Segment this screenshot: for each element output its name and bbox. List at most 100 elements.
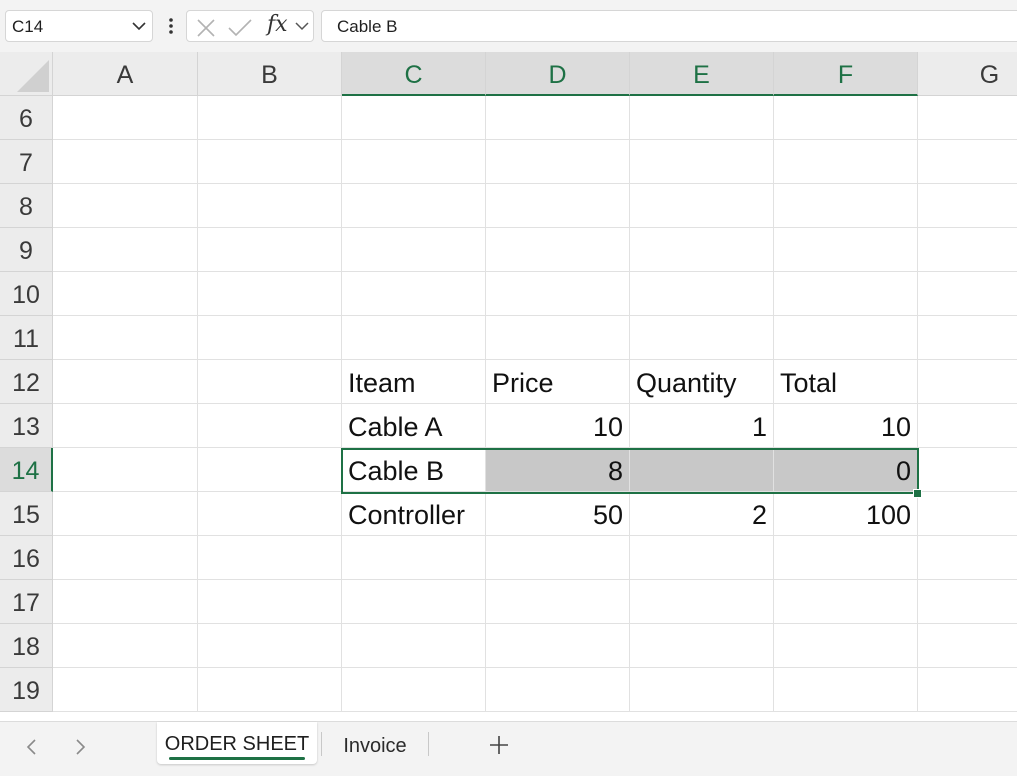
cell-b6[interactable] [198, 96, 342, 140]
cell-b8[interactable] [198, 184, 342, 228]
cell-d14[interactable]: 8 [486, 448, 630, 492]
cell-g10[interactable] [918, 272, 1017, 316]
chevron-left-icon[interactable] [20, 734, 44, 760]
cell-g7[interactable] [918, 140, 1017, 184]
cell-e11[interactable] [630, 316, 774, 360]
cell-e10[interactable] [630, 272, 774, 316]
cell-c18[interactable] [342, 624, 486, 668]
row-header-16[interactable]: 16 [0, 536, 53, 580]
cell-c7[interactable] [342, 140, 486, 184]
cancel-x-icon[interactable] [195, 17, 217, 39]
cell-b7[interactable] [198, 140, 342, 184]
row-header-8[interactable]: 8 [0, 184, 53, 228]
cell-f9[interactable] [774, 228, 918, 272]
cell-f12[interactable]: Total [774, 360, 918, 404]
cell-d11[interactable] [486, 316, 630, 360]
row-header-18[interactable]: 18 [0, 624, 53, 668]
cell-e12[interactable]: Quantity [630, 360, 774, 404]
cell-b15[interactable] [198, 492, 342, 536]
cell-g17[interactable] [918, 580, 1017, 624]
name-box[interactable]: C14 [5, 10, 153, 42]
formula-input[interactable]: Cable B [321, 10, 1017, 42]
cell-f15[interactable]: 100 [774, 492, 918, 536]
cell-g9[interactable] [918, 228, 1017, 272]
cell-c17[interactable] [342, 580, 486, 624]
cell-b17[interactable] [198, 580, 342, 624]
cell-c8[interactable] [342, 184, 486, 228]
row-header-11[interactable]: 11 [0, 316, 53, 360]
cell-f7[interactable] [774, 140, 918, 184]
cell-a6[interactable] [53, 96, 198, 140]
column-header-a[interactable]: A [53, 52, 198, 96]
column-header-d[interactable]: D [486, 52, 630, 96]
cell-c11[interactable] [342, 316, 486, 360]
cell-d7[interactable] [486, 140, 630, 184]
column-header-c[interactable]: C [342, 52, 486, 96]
cell-d8[interactable] [486, 184, 630, 228]
cell-c15[interactable]: Controller [342, 492, 486, 536]
cell-b16[interactable] [198, 536, 342, 580]
cell-f17[interactable] [774, 580, 918, 624]
cell-d15[interactable]: 50 [486, 492, 630, 536]
cell-g18[interactable] [918, 624, 1017, 668]
row-header-17[interactable]: 17 [0, 580, 53, 624]
select-all-corner[interactable] [0, 52, 53, 96]
cell-g8[interactable] [918, 184, 1017, 228]
name-box-value[interactable]: C14 [12, 17, 43, 37]
cell-f11[interactable] [774, 316, 918, 360]
cell-c12[interactable]: Iteam [342, 360, 486, 404]
cell-e7[interactable] [630, 140, 774, 184]
row-header-12[interactable]: 12 [0, 360, 53, 404]
cell-d16[interactable] [486, 536, 630, 580]
cell-d10[interactable] [486, 272, 630, 316]
cell-e13[interactable]: 1 [630, 404, 774, 448]
cell-e18[interactable] [630, 624, 774, 668]
cell-e17[interactable] [630, 580, 774, 624]
cell-a17[interactable] [53, 580, 198, 624]
cell-f10[interactable] [774, 272, 918, 316]
cell-g13[interactable] [918, 404, 1017, 448]
chevron-down-icon[interactable] [131, 17, 147, 35]
cell-c10[interactable] [342, 272, 486, 316]
cell-b9[interactable] [198, 228, 342, 272]
cell-a18[interactable] [53, 624, 198, 668]
cell-b14[interactable] [198, 448, 342, 492]
cell-e14[interactable] [630, 448, 774, 492]
row-header-13[interactable]: 13 [0, 404, 53, 448]
cell-e15[interactable]: 2 [630, 492, 774, 536]
sheet-tab-order-sheet[interactable]: ORDER SHEET [157, 722, 317, 764]
cell-b10[interactable] [198, 272, 342, 316]
cell-a16[interactable] [53, 536, 198, 580]
enter-check-icon[interactable] [227, 17, 253, 39]
cell-b18[interactable] [198, 624, 342, 668]
row-header-14[interactable]: 14 [0, 448, 53, 492]
cell-a13[interactable] [53, 404, 198, 448]
cell-g6[interactable] [918, 96, 1017, 140]
cell-e16[interactable] [630, 536, 774, 580]
cell-b11[interactable] [198, 316, 342, 360]
fill-handle[interactable] [913, 489, 922, 498]
cell-g19[interactable] [918, 668, 1017, 712]
cell-c19[interactable] [342, 668, 486, 712]
cell-d17[interactable] [486, 580, 630, 624]
sheet-tab-invoice[interactable]: Invoice [326, 724, 424, 766]
cell-c16[interactable] [342, 536, 486, 580]
row-header-7[interactable]: 7 [0, 140, 53, 184]
cell-a7[interactable] [53, 140, 198, 184]
cell-a12[interactable] [53, 360, 198, 404]
cell-a11[interactable] [53, 316, 198, 360]
cell-f8[interactable] [774, 184, 918, 228]
cell-g11[interactable] [918, 316, 1017, 360]
cell-a10[interactable] [53, 272, 198, 316]
cell-a9[interactable] [53, 228, 198, 272]
column-header-b[interactable]: B [198, 52, 342, 96]
cell-b13[interactable] [198, 404, 342, 448]
cell-b19[interactable] [198, 668, 342, 712]
cell-c9[interactable] [342, 228, 486, 272]
column-header-e[interactable]: E [630, 52, 774, 96]
cell-f18[interactable] [774, 624, 918, 668]
more-vertical-icon[interactable] [164, 13, 178, 39]
row-header-9[interactable]: 9 [0, 228, 53, 272]
cell-g16[interactable] [918, 536, 1017, 580]
cell-g15[interactable] [918, 492, 1017, 536]
